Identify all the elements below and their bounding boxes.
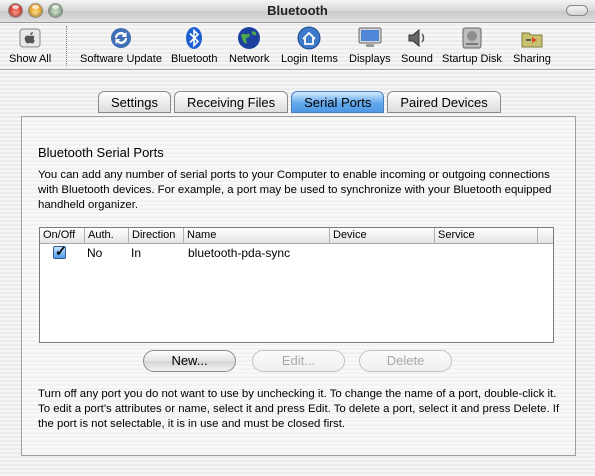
toolbar-bluetooth[interactable]: Bluetooth [171, 25, 217, 65]
toolbar-label: Sharing [513, 53, 551, 65]
toolbar-sharing[interactable]: Sharing [513, 25, 551, 65]
house-icon [296, 25, 322, 51]
toolbar-label: Login Items [281, 53, 338, 65]
toolbar: Show All Software Update Bluetooth Netwo… [0, 23, 595, 70]
column-header-device[interactable]: Device [330, 228, 435, 243]
column-header-on-off[interactable]: On/Off [40, 228, 85, 243]
bluetooth-icon [181, 25, 207, 51]
port-enabled-checkbox[interactable] [53, 243, 67, 260]
toolbar-startup-disk[interactable]: Startup Disk [442, 25, 502, 65]
help-text: Turn off any port you do not want to use… [38, 388, 560, 430]
serial-ports-panel: Bluetooth Serial Ports You can add any n… [21, 116, 576, 456]
table-header-corner [537, 228, 553, 243]
title-bar[interactable]: Bluetooth [0, 0, 595, 23]
table-row[interactable]: No In bluetooth-pda-sync [40, 243, 553, 262]
section-heading: Bluetooth Serial Ports [38, 145, 164, 160]
toolbar-label: Show All [9, 53, 52, 65]
toolbar-software-update[interactable]: Software Update [80, 25, 162, 65]
toolbar-displays[interactable]: Displays [349, 25, 391, 65]
column-header-direction[interactable]: Direction [129, 228, 184, 243]
column-header-auth[interactable]: Auth. [85, 228, 129, 243]
delete-port-button[interactable]: Delete [359, 350, 452, 372]
toolbar-label: Bluetooth [171, 53, 218, 65]
sharing-folder-icon [519, 25, 545, 51]
toolbar-label: Displays [349, 53, 391, 65]
tab-receiving-files[interactable]: Receiving Files [173, 91, 289, 113]
column-header-name[interactable]: Name [184, 228, 330, 243]
cell-auth: No [87, 246, 103, 260]
column-header-service[interactable]: Service [435, 228, 539, 243]
cell-name: bluetooth-pda-sync [188, 246, 291, 260]
apple-icon [17, 25, 43, 51]
tab-settings[interactable]: Settings [98, 91, 171, 113]
software-update-icon [108, 25, 134, 51]
toolbar-network[interactable]: Network [229, 25, 269, 65]
cell-direction: In [131, 246, 142, 260]
edit-port-button[interactable]: Edit... [252, 350, 345, 372]
window-title: Bluetooth [267, 3, 328, 18]
new-port-button[interactable]: New... [143, 350, 236, 372]
toolbar-sound[interactable]: Sound [401, 25, 433, 65]
toolbar-label: Startup Disk [442, 53, 502, 65]
toolbar-label: Sound [401, 53, 433, 65]
section-description: You can add any number of serial ports t… [38, 169, 552, 211]
tab-serial-ports[interactable]: Serial Ports [291, 91, 385, 113]
tab-paired-devices[interactable]: Paired Devices [387, 91, 501, 113]
toolbar-separator [66, 26, 67, 66]
monitor-icon [357, 25, 383, 51]
toolbar-label: Software Update [80, 53, 162, 65]
globe-icon [236, 25, 262, 51]
toolbar-label: Network [229, 53, 270, 65]
tab-bar: Settings Receiving Files Serial Ports Pa… [98, 91, 504, 115]
speaker-icon [404, 25, 430, 51]
serial-ports-table[interactable]: On/Off Auth. Direction Name Device Servi… [39, 227, 554, 343]
toolbar-login-items[interactable]: Login Items [281, 25, 338, 65]
preferences-window: Bluetooth Show All Software Update Bluet… [0, 0, 595, 476]
toolbar-show-all[interactable]: Show All [9, 25, 51, 65]
hard-disk-icon [459, 25, 485, 51]
table-header: On/Off Auth. Direction Name Device Servi… [40, 228, 553, 244]
toolbar-toggle-button[interactable] [566, 5, 588, 16]
